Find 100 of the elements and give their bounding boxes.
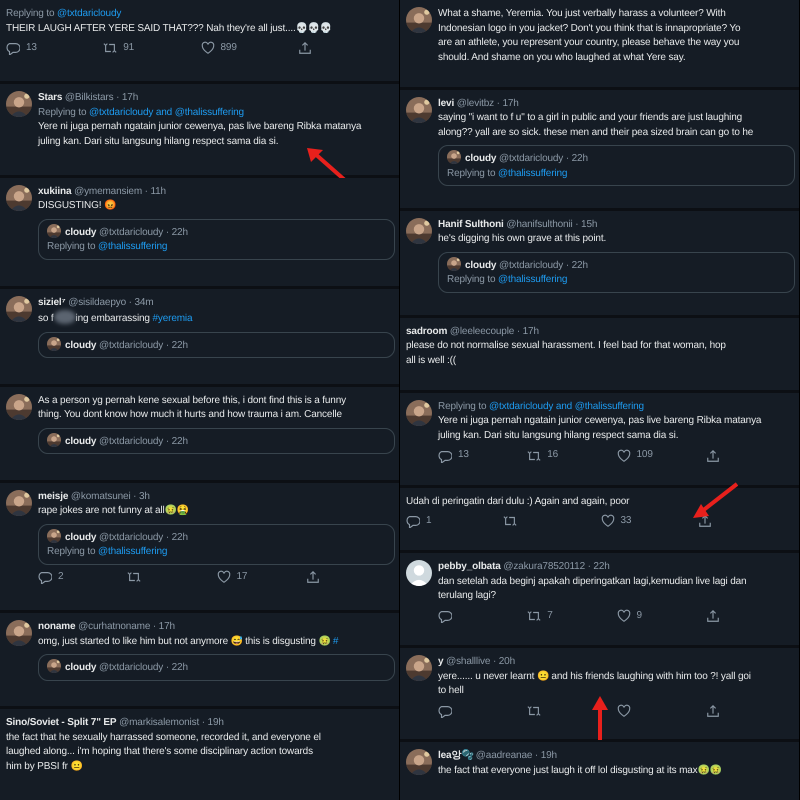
action-count: 16 <box>547 448 558 462</box>
reply-icon[interactable] <box>438 704 452 718</box>
mention-link[interactable]: @thalissuffering <box>98 241 168 252</box>
user-handle: @Bilkistars <box>64 92 114 104</box>
heart-icon[interactable] <box>616 609 630 624</box>
user-name: cloudy <box>65 436 96 447</box>
tweet-time: · 34m <box>128 296 154 308</box>
share-icon[interactable] <box>706 704 720 718</box>
mention-link[interactable]: @txtdaricloudy and @thalissuffering <box>489 400 644 412</box>
retweet-icon[interactable] <box>127 570 142 584</box>
action-count: 109 <box>636 448 653 462</box>
tweet-text: along?? yall are so sick. these men and their pea sized brain can go to he <box>438 126 754 140</box>
user-name: cloudy <box>465 260 496 271</box>
tweet-text: What a shame, Yeremia. You just verbally harass a volunteer? With <box>438 7 727 21</box>
reply-icon[interactable] <box>438 609 452 624</box>
tweet-time: · 17h <box>116 92 138 104</box>
mention-link[interactable]: @thalissuffering <box>98 546 168 558</box>
tweet-text: rape jokes are not funny at all🤢🤮 <box>38 504 190 518</box>
tweet-time: · 22h <box>166 436 188 447</box>
user-handle: @levitbz <box>456 98 494 109</box>
tweet-time: · 19h <box>534 750 557 762</box>
tweet-text: dan setelah ada beginj apakah diperingatkan lagi,kemudian live lagi dan <box>438 574 748 589</box>
blur-patch <box>54 310 76 324</box>
annotation-arrow <box>590 696 610 740</box>
tweet-time: · 22h <box>566 260 588 271</box>
user-name: cloudy <box>65 662 96 674</box>
mention-link[interactable]: @thalissuffering <box>498 168 568 179</box>
replying-text: Replying to @txtdaricloudy <box>6 7 122 21</box>
mention-link[interactable]: @thalissuffering <box>498 274 568 286</box>
tweet-text: laughed along... i'm hoping that there's some disciplinary action towards <box>6 745 314 760</box>
tweet-text: Udah di peringatin dari dulu :) Again and again, poor <box>406 494 630 509</box>
user-handle: @txtdaricloudy <box>98 340 164 351</box>
tweet-text: are an athlete, you represent your country, please behave the way you <box>438 36 740 50</box>
tweet-text: thing. You dont know how much it hurts and how trauma i am. Cancelle <box>38 408 343 422</box>
action-count: 2 <box>58 570 64 584</box>
action-count: 33 <box>620 514 632 528</box>
user-name: sadroom <box>406 326 448 337</box>
replying-text: Replying to @thalissuffering <box>447 166 568 181</box>
action-count: 9 <box>636 608 642 623</box>
reply-icon[interactable] <box>438 448 452 463</box>
user-name: cloudy <box>65 226 96 238</box>
retweet-icon[interactable] <box>527 704 542 718</box>
user-handle: @txtdaricloudy <box>98 436 164 447</box>
tweet-text: the fact that he sexually harrassed someone, recorded it, and everyone el <box>6 730 322 745</box>
tweet-text: Yere ni juga pernah ngatain junior cewenya, pas live bareng Ribka matanya <box>438 414 762 428</box>
hashtag-link[interactable]: # <box>332 636 338 647</box>
retweet-icon[interactable] <box>503 514 518 528</box>
tweet-text: to hell <box>438 684 465 698</box>
tweet-time: · 22h <box>166 340 188 351</box>
heart-icon[interactable] <box>200 41 214 56</box>
user-handle: @zakura78520112 <box>503 561 585 572</box>
action-count: 899 <box>220 41 237 55</box>
share-icon[interactable] <box>706 609 720 624</box>
action-count: 91 <box>123 41 134 55</box>
mention-link[interactable]: @txtdaricloudy <box>57 8 122 19</box>
tweet-text: As a person yg pernah kene sexual before this, i dont find this is a funny <box>38 394 347 408</box>
tweet-text: Indonesian logo in you jacket? Don't you think that is innapropriate? Yo <box>438 22 742 36</box>
reply-icon[interactable] <box>6 41 20 56</box>
user-name: Sino/Soviet - Split 7" EP <box>6 717 116 728</box>
mention-link[interactable]: @txtdaricloudy and @thalissuffering <box>89 106 244 118</box>
reply-icon[interactable] <box>406 514 420 528</box>
replying-text: Replying to @thalissuffering <box>447 273 568 288</box>
user-handle: @txtdaricloudy <box>98 226 164 238</box>
user-name: cloudy <box>465 153 496 164</box>
heart-icon[interactable] <box>616 448 630 463</box>
share-icon[interactable] <box>298 41 312 56</box>
heart-icon[interactable] <box>216 570 230 584</box>
tweet-text: should. And shame on you who laughed at what Yere say. <box>438 50 686 64</box>
action-count: 13 <box>26 41 37 55</box>
heart-icon[interactable] <box>600 514 614 528</box>
user-name: y <box>438 656 444 668</box>
user-handle: @komatsunei <box>70 490 131 502</box>
user-name: cloudy <box>65 340 96 351</box>
tweet-text: the fact that everyone just laugh it off lol disgusting at its max🤢🤢 <box>438 764 722 778</box>
user-handle: @aadreanae <box>476 750 532 762</box>
tweet-text: THEIR LAUGH AFTER YERE SAID THAT??? Nah they're all just....💀💀💀 <box>6 22 332 36</box>
replying-text: Replying to @thalissuffering <box>47 545 168 560</box>
hashtag-link[interactable]: #yeremia <box>152 313 192 324</box>
reply-icon[interactable] <box>38 570 52 584</box>
retweet-icon[interactable] <box>527 609 542 624</box>
tweet-time: · 17h <box>516 326 539 337</box>
share-icon[interactable] <box>706 448 720 463</box>
tweet-time: · 19h <box>202 717 224 728</box>
user-name: Hanif Sulthoni <box>438 218 504 230</box>
action-count: 17 <box>236 570 248 584</box>
retweet-icon[interactable] <box>103 41 118 56</box>
tweet-time: · 22h <box>166 532 188 543</box>
tweet-time: · 22h <box>566 153 588 164</box>
heart-icon[interactable] <box>616 704 630 718</box>
retweet-icon[interactable] <box>527 448 542 463</box>
tweet-time: · 11h <box>144 186 166 197</box>
user-handle: @ymemansiem <box>74 186 142 197</box>
replying-text: Replying to @txtdaricloudy and @thalissuffering <box>438 400 645 414</box>
tweet-time: · 17h <box>152 621 175 632</box>
share-icon[interactable] <box>306 570 320 584</box>
share-icon[interactable] <box>698 514 712 528</box>
tweet-text: DISGUSTING! 😡 <box>38 199 117 214</box>
replying-text: Replying to @txtdaricloudy and @thalissuffering <box>38 106 245 120</box>
user-name: xukiina <box>38 186 72 197</box>
tweet-time: · 3h <box>133 490 150 502</box>
